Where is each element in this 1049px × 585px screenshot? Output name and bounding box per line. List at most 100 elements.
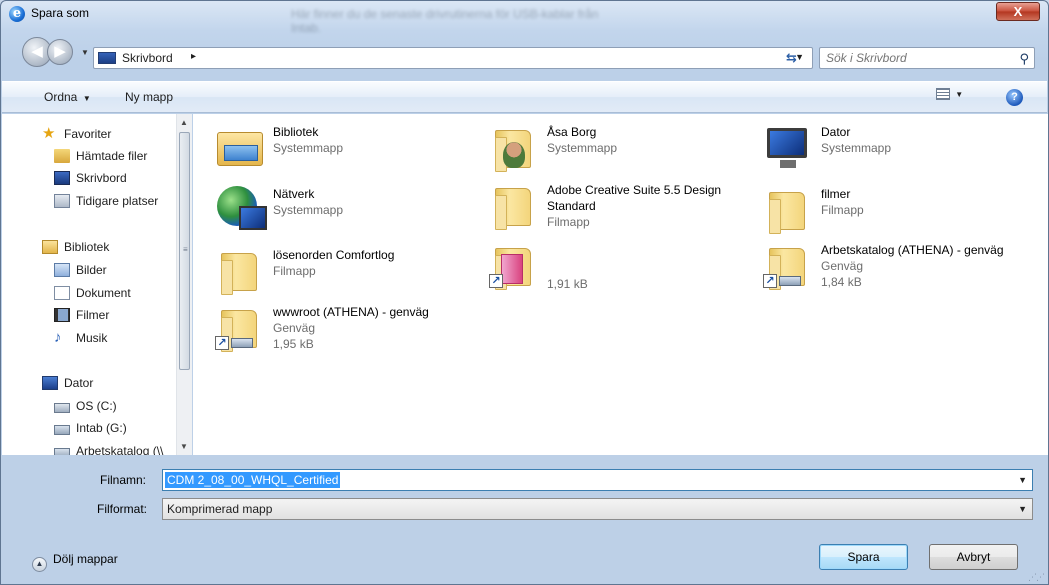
background-page-text: Här finner du de senaste drivrutinerna f…: [291, 7, 599, 35]
file-name-line2: Standard: [547, 199, 596, 213]
file-type: Filmapp: [273, 264, 316, 278]
file-name: lösenorden Comfortlog: [273, 248, 395, 262]
scroll-up-icon[interactable]: ▲: [180, 118, 188, 127]
title-bar: e Spara som Här finner du de senaste dri…: [1, 1, 1048, 35]
new-folder-button[interactable]: Ny mapp: [125, 90, 173, 104]
cancel-button[interactable]: Avbryt: [929, 544, 1018, 570]
breadcrumb-chevron-icon[interactable]: ▸: [191, 51, 196, 62]
sidebar-item-label: Arbetskatalog (\\: [76, 444, 164, 455]
file-type: Filmapp: [547, 215, 590, 229]
internet-explorer-icon: e: [9, 6, 25, 22]
filename-field[interactable]: CDM 2_08_00_WHQL_Certified ▼: [162, 469, 1033, 491]
file-item-computer[interactable]: Dator Systemmapp: [763, 122, 1013, 172]
file-item-user[interactable]: Åsa Borg Systemmapp: [489, 122, 739, 172]
sidebar-item-recent-places[interactable]: Tidigare platser: [54, 191, 158, 211]
organize-button[interactable]: Ordna ▼: [44, 90, 91, 104]
downloads-folder-icon: [54, 149, 70, 163]
file-name: Nätverk: [273, 187, 315, 201]
sidebar-item-label: Bibliotek: [64, 240, 110, 254]
file-item-network[interactable]: Nätverk Systemmapp: [215, 184, 465, 234]
sidebar-item-label: Bilder: [76, 263, 107, 277]
network-shortcut-icon: ↗: [763, 240, 811, 290]
file-item-wwwroot[interactable]: ↗ wwwroot (ATHENA) - genväg Genväg 1,95 …: [215, 302, 475, 358]
file-type: Genväg: [821, 259, 864, 273]
hide-folders-button[interactable]: ▲ Dölj mappar: [32, 552, 118, 572]
folder-icon: [215, 245, 263, 295]
forward-button[interactable]: ▶: [47, 39, 73, 65]
scroll-down-icon[interactable]: ▼: [180, 442, 188, 451]
navigation-scrollbar[interactable]: ▲ ≡ ▼: [176, 114, 192, 455]
filename-label: Filnamn:: [100, 473, 147, 487]
recent-places-icon: [54, 194, 70, 208]
sidebar-item-libraries[interactable]: Bibliotek: [42, 237, 109, 257]
sidebar-item-label: Skrivbord: [76, 171, 127, 185]
command-bar: Ordna ▼ Ny mapp ▼ ?: [2, 81, 1047, 113]
libraries-icon: [215, 122, 263, 170]
save-options: Filnamn: CDM 2_08_00_WHQL_Certified ▼ Fi…: [2, 455, 1047, 584]
videos-icon: [54, 308, 70, 322]
file-item-adobe[interactable]: Adobe Creative Suite 5.5 Design Standard…: [489, 180, 739, 236]
address-location[interactable]: Skrivbord: [122, 51, 173, 65]
window-title: Spara som: [31, 6, 90, 20]
file-name: wwwroot (ATHENA) - genväg: [273, 305, 429, 319]
address-bar[interactable]: Skrivbord ▸ ▼: [93, 47, 813, 69]
file-item-passwords[interactable]: lösenorden Comfortlog Filmapp: [215, 245, 465, 295]
pictures-icon: [54, 263, 70, 277]
save-button[interactable]: Spara: [819, 544, 908, 570]
filetype-select[interactable]: Komprimerad mapp ▼: [162, 498, 1033, 520]
change-view-button[interactable]: ▼: [936, 88, 974, 106]
organize-label: Ordna: [44, 90, 78, 104]
resize-grip-icon[interactable]: ⋰⋰: [1028, 572, 1045, 583]
user-folder-icon: [489, 122, 537, 172]
file-item-libraries[interactable]: Bibliotek Systemmapp: [215, 122, 465, 172]
sidebar-item-label: Dator: [64, 376, 94, 390]
sidebar-item-arbetskatalog[interactable]: Arbetskatalog (\\: [54, 441, 163, 455]
sidebar-item-videos[interactable]: Filmer: [54, 305, 109, 325]
file-type: Systemmapp: [273, 203, 344, 217]
views-icon: [936, 88, 950, 101]
documents-icon: [54, 286, 70, 300]
scrollbar-thumb[interactable]: ≡: [179, 132, 190, 370]
search-input[interactable]: [826, 51, 1006, 65]
sidebar-item-documents[interactable]: Dokument: [54, 283, 131, 303]
file-item-arbetskatalog[interactable]: ↗ Arbetskatalog (ATHENA) - genväg Genväg…: [763, 240, 1033, 296]
search-box[interactable]: ⚲: [819, 47, 1035, 69]
search-icon[interactable]: ⚲: [1019, 51, 1029, 67]
sidebar-item-downloads[interactable]: Hämtade filer: [54, 146, 147, 166]
sidebar-item-pictures[interactable]: Bilder: [54, 260, 107, 280]
refresh-icon[interactable]: ⇆: [786, 50, 797, 66]
file-type: Systemmapp: [273, 141, 344, 155]
save-as-dialog: e Spara som Här finner du de senaste dri…: [0, 0, 1049, 585]
desktop-icon: [54, 171, 70, 185]
filetype-value: Komprimerad mapp: [167, 502, 273, 516]
file-item-filmer[interactable]: filmer Filmapp: [763, 184, 1013, 234]
sidebar-item-label: Tidigare platser: [76, 194, 159, 208]
sidebar-item-drive-c[interactable]: OS (C:): [54, 396, 117, 416]
computer-icon: [763, 122, 811, 170]
file-size: 1,95 kB: [273, 337, 314, 351]
close-button[interactable]: X: [996, 2, 1040, 21]
filename-value[interactable]: CDM 2_08_00_WHQL_Certified: [165, 472, 341, 488]
file-name: filmer: [821, 187, 851, 201]
chevron-down-icon[interactable]: ▼: [1018, 475, 1027, 485]
sidebar-item-label: Filmer: [76, 308, 110, 322]
sidebar-item-label: Intab (G:): [76, 421, 127, 435]
drive-icon: [54, 403, 70, 413]
sidebar-item-drive-g[interactable]: Intab (G:): [54, 418, 127, 438]
libraries-icon: [42, 240, 58, 254]
sidebar-item-favorites[interactable]: ★ Favoriter: [42, 124, 111, 144]
sidebar-item-desktop[interactable]: Skrivbord: [54, 168, 127, 188]
sidebar-item-label: Dokument: [76, 286, 131, 300]
sidebar-item-music[interactable]: ♪ Musik: [54, 328, 107, 348]
file-name: Adobe Creative Suite 5.5 Design: [547, 183, 722, 197]
star-icon: ★: [42, 125, 56, 142]
help-icon[interactable]: ?: [1006, 89, 1023, 106]
sidebar-item-computer[interactable]: Dator: [42, 373, 93, 393]
recent-pages-dropdown[interactable]: ▼: [81, 48, 89, 57]
network-icon: [215, 184, 267, 232]
file-name: Bibliotek: [273, 125, 319, 139]
music-icon: ♪: [54, 329, 62, 346]
chevron-down-icon[interactable]: ▼: [1018, 504, 1027, 514]
file-item-redacted[interactable]: ↗ 1,91 kB: [489, 240, 669, 296]
file-type: Systemmapp: [821, 141, 892, 155]
